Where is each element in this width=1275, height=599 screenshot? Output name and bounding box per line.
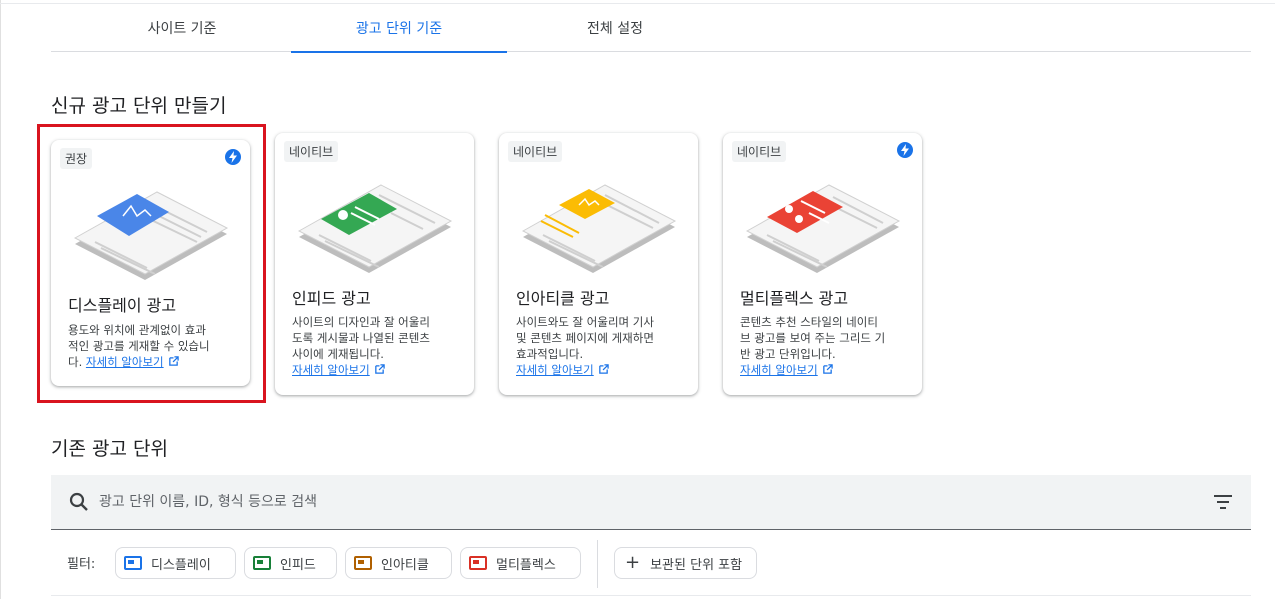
card-description: 사이트와도 잘 어울리며 기사 및 콘텐츠 페이지에 게재하면 효과적입니다. … xyxy=(516,315,654,377)
external-link-icon xyxy=(822,364,833,374)
card-description: 사이트의 디자인과 잘 어울리 도록 게시물과 나열된 콘텐츠 사이에 게재됩니… xyxy=(292,315,430,377)
search-input[interactable] xyxy=(99,487,1179,517)
external-link-icon xyxy=(374,364,385,374)
inarticle-ad-card[interactable]: 네이티브 인아티클 광고 사이트와도 잘 어울리며 기사 및 콘텐츠 페이지에 … xyxy=(499,133,698,395)
inarticle-illustration-icon xyxy=(521,184,677,273)
filter-label: 필터: xyxy=(67,557,96,572)
native-chip: 네이티브 xyxy=(732,141,787,162)
learn-more-link[interactable]: 자세히 알아보기 xyxy=(292,363,370,377)
left-divider xyxy=(0,0,1,599)
tab-global-settings[interactable]: 전체 설정 xyxy=(541,4,689,52)
infeed-illustration-icon xyxy=(297,184,453,273)
multiplex-format-icon xyxy=(469,556,487,570)
tab-bar: 사이트 기준 광고 단위 기준 전체 설정 xyxy=(51,4,1251,53)
include-archived-button[interactable]: + 보관된 단위 포함 xyxy=(614,547,758,579)
existing-ad-units-heading: 기존 광고 단위 xyxy=(51,438,168,460)
infeed-ad-card[interactable]: 네이티브 인피드 광고 사이트의 디자인과 잘 어울리 도록 게시물과 나열된 … xyxy=(275,133,474,395)
filter-list-icon[interactable] xyxy=(1213,494,1233,510)
search-icon xyxy=(69,492,88,511)
tab-by-site[interactable]: 사이트 기준 xyxy=(111,4,253,52)
card-title: 인아티클 광고 xyxy=(516,289,610,308)
native-chip: 네이티브 xyxy=(508,141,563,162)
tab-by-ad-unit[interactable]: 광고 단위 기준 xyxy=(291,4,507,53)
lightning-icon xyxy=(897,142,913,158)
card-title: 멀티플렉스 광고 xyxy=(740,289,849,308)
display-format-icon xyxy=(124,556,142,570)
recommended-highlight-frame xyxy=(37,124,266,403)
native-chip: 네이티브 xyxy=(284,141,339,162)
bottom-divider xyxy=(51,595,1251,596)
external-link-icon xyxy=(598,364,609,374)
inarticle-format-icon xyxy=(354,556,372,570)
card-title: 인피드 광고 xyxy=(292,289,371,308)
ad-units-page: 사이트 기준 광고 단위 기준 전체 설정 신규 광고 단위 만들기 권장 디스… xyxy=(0,0,1275,599)
ad-unit-search-bar xyxy=(51,475,1251,530)
filter-chip-inarticle[interactable]: 인아티클 xyxy=(345,547,452,579)
multiplex-ad-card[interactable]: 네이티브 멀티플렉스 광고 콘텐츠 추천 스타일의 네이티 브 광고를 보여 주… xyxy=(723,133,922,395)
filter-chip-multiplex[interactable]: 멀티플렉스 xyxy=(460,547,581,579)
filter-chip-display[interactable]: 디스플레이 xyxy=(115,547,236,579)
multiplex-illustration-icon xyxy=(745,184,901,273)
plus-icon: + xyxy=(625,552,641,573)
filter-divider xyxy=(597,540,598,588)
learn-more-link[interactable]: 자세히 알아보기 xyxy=(740,363,818,377)
infeed-format-icon xyxy=(253,556,271,570)
filter-chip-infeed[interactable]: 인피드 xyxy=(244,547,337,579)
new-ad-unit-heading: 신규 광고 단위 만들기 xyxy=(51,95,227,117)
learn-more-link[interactable]: 자세히 알아보기 xyxy=(516,363,594,377)
card-description: 콘텐츠 추천 스타일의 네이티 브 광고를 보여 주는 그리드 기 반 광고 단… xyxy=(740,315,886,377)
